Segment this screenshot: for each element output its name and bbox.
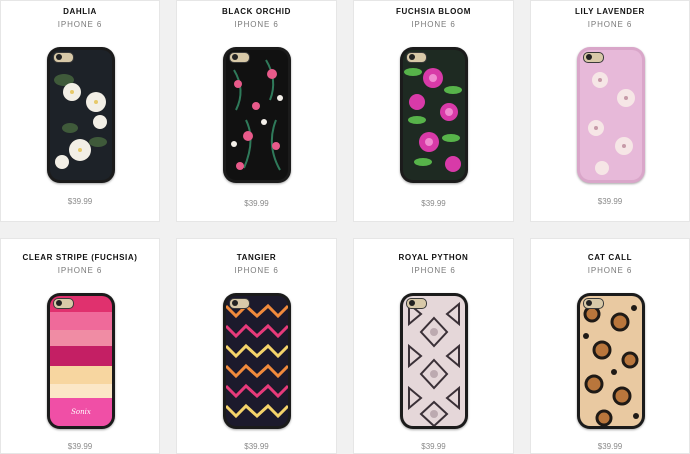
product-model: IPHONE 6 bbox=[234, 20, 279, 29]
camera-cutout bbox=[229, 52, 250, 63]
svg-text:Sonix: Sonix bbox=[71, 408, 91, 416]
phone-case-image[interactable] bbox=[577, 293, 645, 429]
camera-cutout bbox=[53, 52, 74, 63]
product-price: $39.99 bbox=[597, 197, 623, 206]
phone-case-image[interactable] bbox=[400, 293, 468, 429]
product-model: IPHONE 6 bbox=[411, 20, 456, 29]
camera-cutout bbox=[229, 298, 250, 309]
product-price: $39.99 bbox=[421, 442, 446, 451]
phone-case-image[interactable] bbox=[577, 47, 645, 183]
product-title[interactable]: CAT CALL bbox=[531, 253, 689, 262]
product-title[interactable]: TANGIER bbox=[177, 253, 336, 262]
product-model: IPHONE 6 bbox=[411, 266, 456, 275]
camera-cutout bbox=[583, 298, 604, 309]
product-card-lily-lavender[interactable]: LILY LAVENDER IPHONE 6 $39.99 bbox=[530, 0, 690, 222]
product-price: $39.99 bbox=[244, 199, 269, 208]
product-title[interactable]: CLEAR STRIPE (FUCHSIA) bbox=[1, 253, 159, 262]
product-card-clear-stripe-fuchsia[interactable]: CLEAR STRIPE (FUCHSIA) IPHONE 6 Sonix $3… bbox=[0, 238, 160, 454]
camera-cutout bbox=[406, 298, 427, 309]
product-card-fuchsia-bloom[interactable]: FUCHSIA BLOOM IPHONE 6 $39.99 bbox=[353, 0, 514, 222]
product-card-royal-python[interactable]: ROYAL PYTHON IPHONE 6 $39.99 bbox=[353, 238, 514, 454]
product-model: IPHONE 6 bbox=[57, 20, 103, 29]
product-title[interactable]: LILY LAVENDER bbox=[531, 7, 689, 16]
phone-case-image[interactable] bbox=[223, 47, 291, 183]
product-model: IPHONE 6 bbox=[234, 266, 279, 275]
product-price: $39.99 bbox=[244, 442, 269, 451]
phone-case-image[interactable]: Sonix bbox=[47, 293, 115, 429]
product-price: $39.99 bbox=[421, 199, 446, 208]
product-title[interactable]: BLACK ORCHID bbox=[177, 7, 336, 16]
phone-case-image[interactable] bbox=[47, 47, 115, 183]
camera-cutout bbox=[406, 52, 427, 63]
product-card-black-orchid[interactable]: BLACK ORCHID IPHONE 6 $39.99 bbox=[176, 0, 337, 222]
product-model: IPHONE 6 bbox=[57, 266, 103, 275]
product-price: $39.99 bbox=[597, 442, 623, 451]
product-card-dahlia[interactable]: DAHLIA IPHONE 6 $39.99 bbox=[0, 0, 160, 222]
product-card-tangier[interactable]: TANGIER IPHONE 6 $39.99 bbox=[176, 238, 337, 454]
product-title[interactable]: FUCHSIA BLOOM bbox=[354, 7, 513, 16]
product-price: $39.99 bbox=[67, 442, 93, 451]
phone-case-image[interactable] bbox=[400, 47, 468, 183]
camera-cutout bbox=[53, 298, 74, 309]
camera-cutout bbox=[583, 52, 604, 63]
product-model: IPHONE 6 bbox=[587, 266, 633, 275]
phone-case-image[interactable] bbox=[223, 293, 291, 429]
product-title[interactable]: ROYAL PYTHON bbox=[354, 253, 513, 262]
product-title[interactable]: DAHLIA bbox=[1, 7, 159, 16]
product-card-cat-call[interactable]: CAT CALL IPHONE 6 $39.99 bbox=[530, 238, 690, 454]
product-model: IPHONE 6 bbox=[587, 20, 633, 29]
product-price: $39.99 bbox=[67, 197, 93, 206]
